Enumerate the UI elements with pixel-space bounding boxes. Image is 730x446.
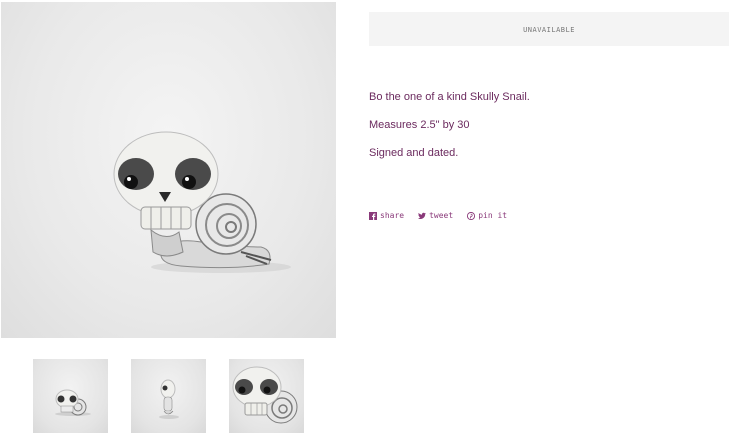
share-pinterest-label: pin it	[478, 211, 508, 220]
product-description: Bo the one of a kind Skully Snail. Measu…	[369, 90, 719, 174]
share-facebook-link[interactable]: share	[369, 211, 404, 220]
share-facebook-label: share	[380, 211, 405, 220]
pinterest-icon	[467, 211, 476, 220]
main-product-image[interactable]	[1, 2, 336, 338]
share-twitter-label: tweet	[429, 211, 454, 220]
thumbnail-skull-snail-front	[55, 389, 91, 416]
description-line-1: Bo the one of a kind Skully Snail.	[369, 91, 530, 103]
twitter-icon	[418, 212, 427, 220]
thumbnail-skull-snail-side	[159, 379, 179, 419]
facebook-icon	[369, 211, 377, 220]
description-line-3: Signed and dated.	[369, 147, 459, 159]
share-twitter-link[interactable]: tweet	[418, 211, 453, 220]
thumbnail-1[interactable]	[33, 359, 108, 433]
product-page: unavailable Bo the one of a kind Skully …	[0, 0, 730, 446]
thumbnail-2[interactable]	[131, 359, 206, 433]
thumbnail-3[interactable]	[229, 359, 304, 433]
unavailable-button[interactable]: unavailable	[369, 12, 729, 46]
social-share-row: share tweet pin it	[369, 211, 507, 220]
description-line-2: Measures 2.5" by 30	[369, 119, 470, 131]
skull-snail-illustration	[113, 131, 291, 273]
thumbnail-skull-snail-closeup	[232, 366, 298, 424]
share-pinterest-link[interactable]: pin it	[467, 211, 507, 220]
